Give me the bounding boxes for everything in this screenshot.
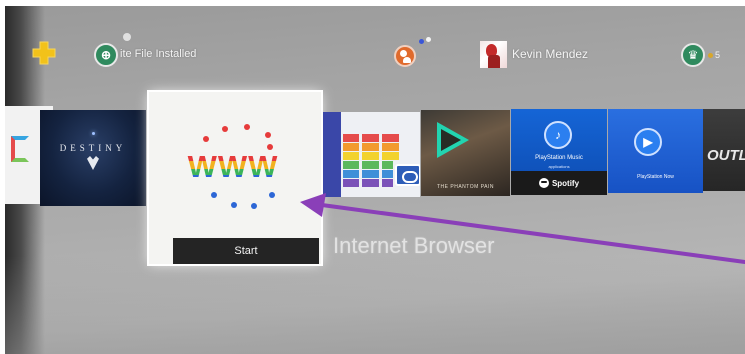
- www-dot-blue: [269, 192, 275, 198]
- www-dot-red: [244, 124, 250, 130]
- www-dot-blue: [231, 202, 237, 208]
- playstation-logo-icon: ♪: [544, 121, 572, 149]
- www-dot-blue: [211, 192, 217, 198]
- function-bar: ⊕ ite File Installed Kevin Mendez ♛ 5: [5, 6, 745, 101]
- content-tile-playstation-now[interactable]: ▶ PlayStation Now: [608, 109, 703, 193]
- download-icon: ⊕: [100, 48, 112, 62]
- content-tile-rainbow-app[interactable]: [323, 112, 420, 197]
- destiny-star: [92, 132, 95, 135]
- notification-indicator-dot: [123, 33, 131, 41]
- www-dot-red: [203, 136, 209, 142]
- playstation-logo-icon: ▶: [634, 128, 662, 156]
- tv-icon: [11, 136, 29, 162]
- www-dot-blue: [251, 203, 257, 209]
- content-tile-outlast[interactable]: OUTLA: [703, 109, 745, 191]
- psnow-label: PlayStation Now: [637, 174, 674, 180]
- profile-username[interactable]: Kevin Mendez: [512, 47, 588, 61]
- selected-app-title: Internet Browser: [333, 233, 495, 258]
- content-tile-playstation-music[interactable]: ♪ PlayStation Music applications Spotify: [511, 109, 607, 195]
- www-dot-red: [265, 132, 271, 138]
- mgs-caption: THE PHANTOM PAIN: [437, 184, 494, 190]
- link-badge-icon: [395, 164, 420, 186]
- ps4-home-screen: ⊕ ite File Installed Kevin Mendez ♛ 5 DE…: [5, 6, 745, 354]
- notification-icon[interactable]: ⊕: [94, 43, 118, 67]
- content-tile-internet-browser[interactable]: WWW Start: [149, 92, 321, 264]
- music-sublabel: applications: [548, 164, 570, 169]
- content-tile-metal-gear-solid[interactable]: THE PHANTOM PAIN: [421, 110, 510, 196]
- content-tile-destiny[interactable]: DESTINY: [40, 110, 146, 206]
- spotify-bar: Spotify: [511, 171, 607, 195]
- spotify-icon: [538, 178, 549, 188]
- outlast-title: OUTLA: [707, 147, 745, 164]
- www-logo-icon: WWW: [175, 151, 291, 182]
- friends-online-dot: [426, 37, 431, 42]
- avatar[interactable]: [480, 41, 507, 68]
- trophy-level: 5: [708, 50, 720, 60]
- spotify-label: Spotify: [551, 178, 580, 188]
- friends-icon[interactable]: [394, 45, 416, 67]
- destiny-emblem-icon: [87, 156, 99, 170]
- trophy-icon[interactable]: ♛: [681, 43, 705, 67]
- friends-online-dot: [419, 39, 424, 44]
- rainbow-flag-icon: [341, 112, 420, 197]
- notification-text: ite File Installed: [120, 48, 197, 60]
- ps-plus-icon[interactable]: [31, 40, 57, 66]
- destiny-title: DESTINY: [59, 143, 127, 153]
- background-shade: [5, 256, 745, 354]
- www-dot-red: [222, 126, 228, 132]
- music-label: PlayStation Music: [535, 155, 583, 161]
- start-button[interactable]: Start: [173, 238, 319, 264]
